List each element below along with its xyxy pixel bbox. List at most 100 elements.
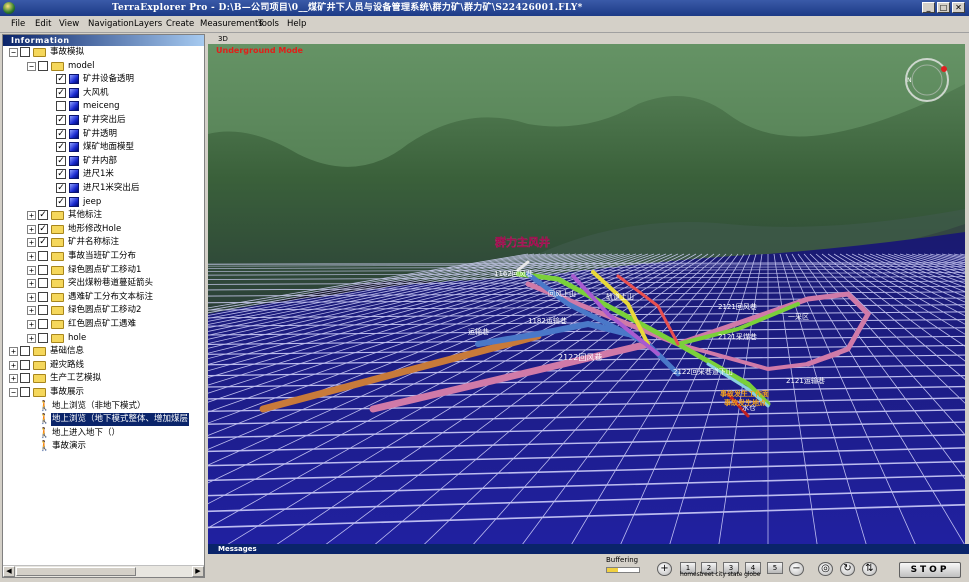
messages-bar[interactable]: Messages	[208, 544, 969, 554]
label-accident-face: 事故发生工作面	[720, 389, 769, 398]
tree-item-label: 煤矿地面模型	[83, 142, 135, 153]
expand-icon[interactable]: +	[27, 265, 36, 275]
folder-icon	[51, 224, 64, 234]
layer-checkbox[interactable]	[38, 264, 48, 275]
layer-checkbox[interactable]	[20, 387, 30, 397]
compass-navigator[interactable]: N	[903, 56, 951, 104]
expand-icon[interactable]: +	[27, 292, 36, 302]
menu-file[interactable]: File	[11, 19, 25, 29]
3d-scene[interactable]: 群力主风井 1162回风巷 1182运输巷 2122回风巷 2122回采巷道下山…	[208, 44, 965, 544]
title-bar: TerraExplorer Pro - D:\B—公司项目\0__煤矿井下人员与…	[0, 0, 969, 16]
close-button[interactable]: ✕	[952, 2, 965, 13]
expand-icon[interactable]: +	[9, 360, 18, 370]
tree-item-label: 矿井内部	[83, 155, 118, 166]
globe-app-icon[interactable]	[3, 2, 15, 14]
minimize-button[interactable]: _	[922, 2, 935, 13]
model-cube-icon	[69, 128, 79, 139]
menu-tools[interactable]: Tools	[258, 19, 279, 29]
stop-button[interactable]: STOP	[899, 562, 961, 578]
menu-bar: File Edit View Navigation Layers Create …	[0, 16, 969, 33]
layer-checkbox[interactable]: ✓	[56, 115, 66, 125]
tilt-view-icon[interactable]: ⇅	[862, 562, 877, 576]
expand-icon[interactable]: +	[27, 252, 36, 261]
tree-horizontal-scrollbar[interactable]: ◀ ▶	[3, 565, 204, 577]
collapse-icon[interactable]: −	[9, 388, 18, 397]
view-tab-3d[interactable]: 3D	[208, 34, 969, 44]
folder-icon	[51, 265, 64, 275]
layer-checkbox[interactable]: ✓	[38, 237, 48, 248]
layer-checkbox[interactable]: ✓	[56, 196, 66, 207]
layer-checkbox[interactable]	[38, 278, 48, 289]
folder-icon	[51, 306, 64, 316]
menu-edit[interactable]: Edit	[35, 19, 51, 29]
collapse-icon[interactable]: −	[27, 61, 36, 71]
layer-checkbox[interactable]: ✓	[56, 169, 66, 180]
zoom-in-button[interactable]: +	[657, 562, 672, 576]
label-2122b: 2122回采巷道下山	[673, 367, 733, 376]
layer-checkbox[interactable]: ✓	[38, 210, 48, 221]
folder-icon	[51, 61, 64, 71]
buffering-fill	[607, 568, 619, 572]
layer-checkbox[interactable]: ✓	[38, 223, 48, 234]
window-title: TerraExplorer Pro - D:\B—公司项目\0__煤矿井下人员与…	[112, 3, 583, 13]
scroll-left-icon[interactable]: ◀	[3, 566, 15, 577]
expand-icon[interactable]: +	[27, 279, 36, 289]
layer-checkbox[interactable]	[20, 346, 30, 357]
layer-checkbox[interactable]	[38, 251, 48, 261]
quick-button-5[interactable]: 5	[767, 562, 783, 574]
scroll-right-icon[interactable]: ▶	[192, 566, 204, 577]
menu-view[interactable]: View	[59, 19, 79, 29]
layer-checkbox[interactable]	[38, 319, 48, 329]
menu-navigation[interactable]: Navigation	[88, 19, 134, 29]
menu-layers[interactable]: Layers	[134, 19, 162, 29]
walker-icon: 🚶	[38, 400, 51, 412]
folder-icon	[33, 48, 46, 57]
tree-item-label: 事故当班矿工分布	[68, 251, 137, 261]
expand-icon[interactable]: +	[27, 333, 36, 343]
expand-icon[interactable]: +	[27, 238, 36, 248]
label-main-shaft: 群力主风井	[494, 235, 550, 249]
layer-checkbox[interactable]: ✓	[56, 142, 66, 153]
layer-checkbox[interactable]: ✓	[56, 74, 66, 85]
layer-checkbox[interactable]	[20, 47, 30, 57]
menu-help[interactable]: Help	[287, 19, 306, 29]
expand-icon[interactable]: +	[27, 211, 36, 221]
layer-checkbox[interactable]	[38, 305, 48, 316]
layer-checkbox[interactable]: ✓	[56, 128, 66, 139]
layer-checkbox[interactable]: ✓	[56, 87, 66, 98]
tree-item-label: 事故模拟	[50, 47, 85, 57]
label-1162: 1162回风巷	[494, 270, 533, 278]
layer-checkbox[interactable]	[20, 373, 30, 384]
label-ramp2: 轨道上山	[606, 292, 634, 301]
collapse-icon[interactable]: −	[9, 48, 18, 57]
zoom-out-button[interactable]: −	[789, 562, 804, 576]
walker-icon: 🚶	[38, 441, 51, 453]
tree-item-label: meiceng	[83, 101, 120, 112]
tree-item-label: 地上浏览（地下模式整体、增加煤层	[51, 413, 190, 427]
tree-item-label: 绿色圆点矿工移动2	[68, 305, 142, 316]
label-accident-site: 事故发生地点	[724, 398, 766, 407]
expand-icon[interactable]: +	[9, 347, 18, 357]
menu-create[interactable]: Create	[166, 19, 194, 29]
label-1182: 1182运输巷	[528, 316, 567, 325]
expand-icon[interactable]: +	[27, 224, 36, 234]
maximize-button[interactable]: □	[937, 2, 950, 13]
3d-viewport[interactable]: 群力主风井 1162回风巷 1182运输巷 2122回风巷 2122回采巷道下山…	[208, 44, 965, 544]
model-cube-icon	[69, 101, 79, 112]
expand-icon[interactable]: +	[27, 320, 36, 329]
rotate-view-icon[interactable]: ↻	[840, 562, 855, 576]
globe-view-icon[interactable]: ◎	[818, 562, 833, 576]
scroll-thumb[interactable]	[16, 567, 136, 576]
layer-checkbox[interactable]	[56, 101, 66, 112]
layer-checkbox[interactable]	[38, 60, 48, 71]
layer-checkbox[interactable]: ✓	[56, 155, 66, 166]
model-cube-icon	[69, 169, 79, 180]
layer-checkbox[interactable]: ✓	[56, 183, 66, 193]
menu-measurements[interactable]: Measurements	[200, 19, 263, 29]
layer-checkbox[interactable]	[38, 291, 48, 302]
layer-checkbox[interactable]	[20, 359, 30, 370]
expand-icon[interactable]: +	[27, 306, 36, 316]
expand-icon[interactable]: +	[9, 374, 18, 384]
layer-checkbox[interactable]	[38, 332, 48, 343]
compass-north-dot-icon	[941, 66, 947, 72]
